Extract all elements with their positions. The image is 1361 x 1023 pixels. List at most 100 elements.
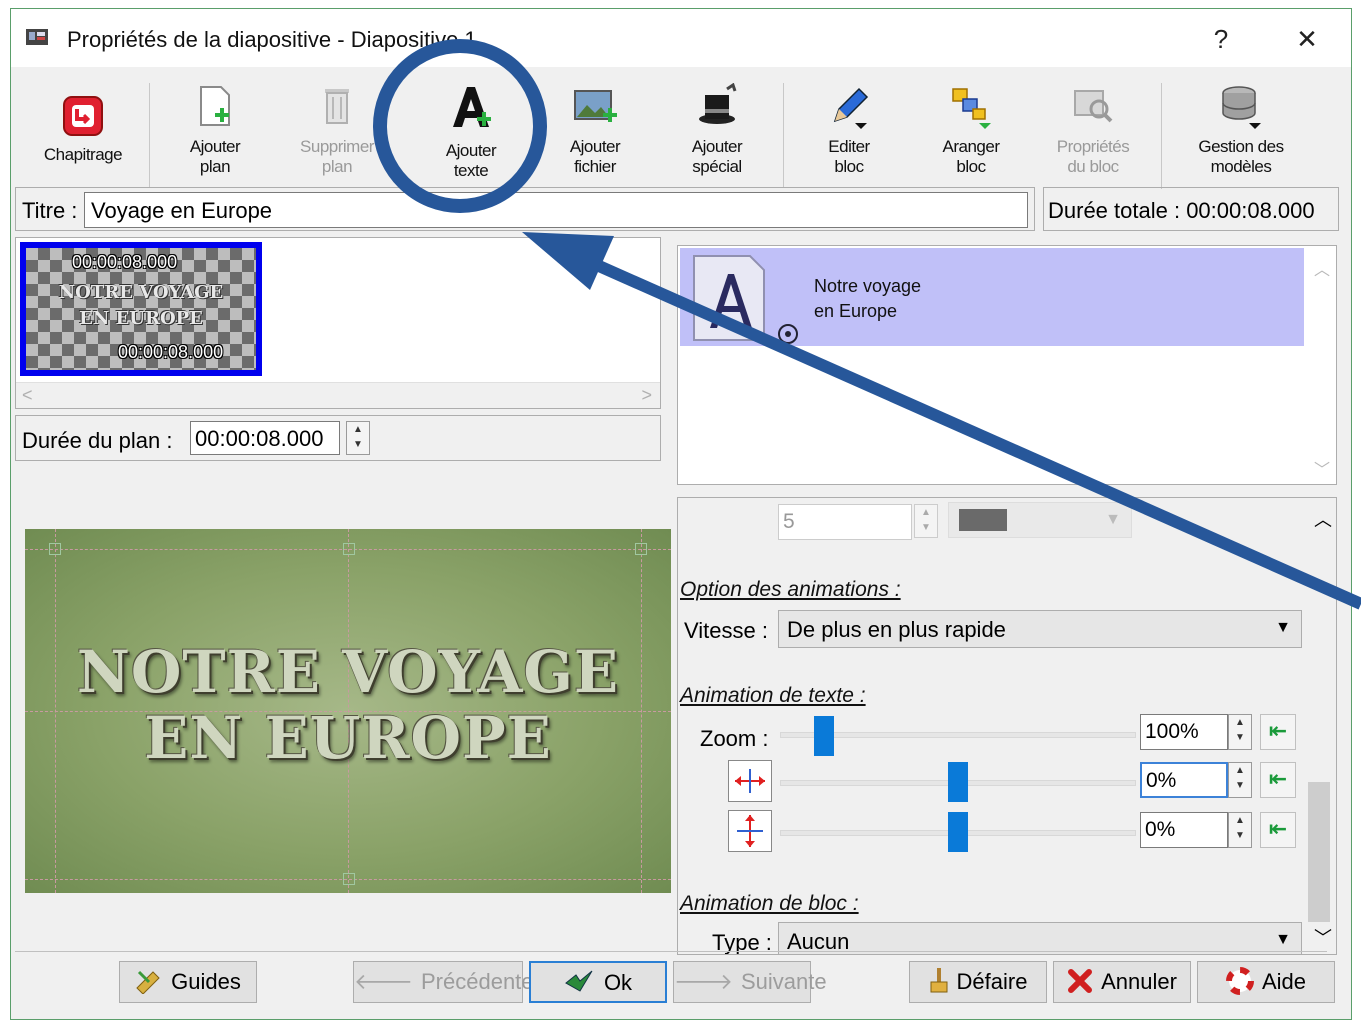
plan-duration-spinner[interactable]: ▲ ▼: [346, 421, 370, 455]
arrange-icon: [952, 88, 991, 129]
horizontal-slider-thumb[interactable]: [948, 762, 968, 802]
cancel-label: Annuler: [1101, 969, 1177, 994]
ok-check-icon: [565, 970, 593, 992]
cancel-x-icon: [1068, 969, 1093, 994]
template-management-label-2: modèles: [1210, 157, 1272, 176]
block-properties-label-1: Propriétés: [1056, 137, 1130, 156]
arrow-right-icon: 🡒: [674, 969, 733, 994]
resize-handle[interactable]: [635, 543, 647, 555]
add-text-button[interactable]: Ajouter texte: [413, 83, 529, 191]
horizontal-reset-button[interactable]: ⇤: [1260, 762, 1296, 798]
horizontal-spinner[interactable]: ▲ ▼: [1228, 762, 1252, 798]
vertical-arrows-icon: [737, 815, 763, 847]
chevron-up-icon[interactable]: ︿: [1314, 506, 1332, 532]
plan-thumbnail[interactable]: 00:00:08.000 NOTRE VOYAGE EN EUROPE 00:0…: [20, 242, 262, 376]
title-input[interactable]: Voyage en Europe: [84, 192, 1028, 228]
speed-select-value: De plus en plus rapide: [787, 617, 1006, 642]
plan-duration-input[interactable]: 00:00:08.000: [190, 421, 340, 455]
resize-handle[interactable]: [343, 873, 355, 885]
slide-preview[interactable]: NOTRE VOYAGE EN EUROPE: [25, 529, 671, 893]
vertical-move-button[interactable]: [728, 810, 772, 852]
window-title: Propriétés de la diapositive - Diapositi…: [67, 27, 477, 52]
horizontal-move-button[interactable]: [728, 760, 772, 802]
vertical-slider-thumb[interactable]: [948, 812, 968, 852]
chevron-down-icon[interactable]: ﹀: [1314, 924, 1332, 950]
chevron-down-icon: ▼: [1105, 511, 1121, 528]
ruler-icon: [136, 971, 160, 995]
chapitrage-button[interactable]: Chapitrage: [25, 93, 141, 201]
zoom-input[interactable]: 100%: [1140, 714, 1228, 750]
magic-hat-icon: [699, 83, 737, 124]
pencil-icon: [833, 87, 869, 129]
template-management-button[interactable]: Gestion des modèles: [1171, 83, 1311, 191]
add-file-button[interactable]: Ajouter fichier: [537, 83, 653, 191]
title-bar: Propriétés de la diapositive - Diapositi…: [11, 9, 1351, 67]
horizontal-input[interactable]: 0%: [1140, 762, 1228, 798]
help-footer-button[interactable]: Aide: [1197, 961, 1335, 1003]
toolbar-separator: [1161, 83, 1162, 189]
edit-block-button[interactable]: Editer bloc: [791, 83, 907, 191]
ok-button[interactable]: Ok: [529, 961, 667, 1003]
plan-thumbnail-image: 00:00:08.000 NOTRE VOYAGE EN EUROPE 00:0…: [26, 248, 256, 370]
undo-button[interactable]: Défaire: [909, 961, 1047, 1003]
title-label: Titre :: [22, 198, 78, 223]
vertical-input[interactable]: 0%: [1140, 812, 1228, 848]
toolbar-separator: [149, 83, 150, 189]
delete-plan-label-2: plan: [321, 157, 353, 176]
arrange-block-button[interactable]: Aranger bloc: [913, 83, 1029, 191]
cancel-button[interactable]: Annuler: [1053, 961, 1191, 1003]
add-plan-icon: [200, 86, 230, 126]
animation-options-heading: Option des animations :: [680, 578, 901, 601]
help-button[interactable]: ?: [1201, 21, 1241, 57]
next-button[interactable]: 🡒 Suivante: [673, 961, 827, 1003]
chevron-down-icon: ▼: [1275, 619, 1291, 636]
plan-thumbnail-line-2: EN EUROPE: [79, 308, 203, 329]
top-color-combo[interactable]: ▼: [948, 502, 1132, 538]
zoom-spinner[interactable]: ▲ ▼: [1228, 714, 1252, 750]
close-button[interactable]: ✕: [1287, 21, 1327, 57]
resize-handle[interactable]: [49, 543, 61, 555]
top-color-swatch: [959, 509, 1007, 531]
block-properties-icon: [1074, 90, 1113, 123]
guides-label: Guides: [171, 969, 241, 994]
undo-arrow-icon: ⇤: [1268, 718, 1288, 743]
plans-horizontal-scrollbar[interactable]: < >: [16, 382, 660, 408]
zoom-slider-thumb[interactable]: [813, 716, 834, 756]
previous-button[interactable]: 🡐 Précédente: [353, 961, 534, 1003]
speed-select[interactable]: De plus en plus rapide ▼: [778, 610, 1302, 648]
footer-divider: [15, 951, 1327, 952]
plans-list[interactable]: 00:00:08.000 NOTRE VOYAGE EN EUROPE 00:0…: [15, 237, 661, 409]
properties-scroll-thumb[interactable]: [1308, 782, 1330, 922]
delete-plan-button[interactable]: Supprimer plan: [279, 83, 395, 191]
vertical-spinner[interactable]: ▲ ▼: [1228, 812, 1252, 848]
scroll-left-arrow[interactable]: <: [22, 385, 33, 406]
zoom-reset-button[interactable]: ⇤: [1260, 714, 1296, 750]
block-item-line-1: Notre voyage: [814, 276, 922, 296]
arrange-block-label-2: bloc: [956, 157, 986, 176]
scroll-right-arrow[interactable]: >: [641, 385, 652, 406]
resize-handle[interactable]: [343, 543, 355, 555]
add-text-icon: [453, 87, 491, 127]
properties-vertical-scrollbar[interactable]: ︿ ﹀: [1306, 498, 1336, 954]
blocks-list[interactable]: Notre voyage en Europe ︿ ﹀: [677, 245, 1337, 485]
chevron-up-icon[interactable]: ︿: [1314, 256, 1330, 280]
guides-button[interactable]: Guides: [119, 961, 257, 1003]
add-plan-button[interactable]: Ajouter plan: [157, 83, 273, 191]
block-item-text[interactable]: Notre voyage en Europe: [680, 248, 1304, 346]
vertical-reset-button[interactable]: ⇤: [1260, 812, 1296, 848]
add-special-button[interactable]: Ajouter spécial: [659, 83, 775, 191]
undo-arrow-icon: ⇤: [1268, 766, 1288, 791]
top-value-input[interactable]: 5: [778, 504, 912, 540]
add-special-label-2: spécial: [692, 157, 742, 176]
add-plan-label-1: Ajouter: [189, 137, 241, 156]
add-special-label-1: Ajouter: [691, 137, 743, 156]
chevron-down-icon[interactable]: ﹀: [1314, 456, 1330, 480]
top-value-spinner[interactable]: ▲ ▼: [914, 504, 938, 538]
brush-icon: [930, 968, 948, 993]
toolbar: Chapitrage Ajouter plan Supprimer plan A…: [11, 69, 1351, 191]
preview-text-block[interactable]: NOTRE VOYAGE EN EUROPE: [25, 639, 671, 771]
block-properties-button[interactable]: Propriétés du bloc: [1035, 83, 1151, 191]
plan-end-time: 00:00:08.000: [118, 342, 224, 362]
chapitrage-label: Chapitrage: [43, 145, 123, 164]
arrange-block-label-1: Aranger: [942, 137, 1000, 156]
